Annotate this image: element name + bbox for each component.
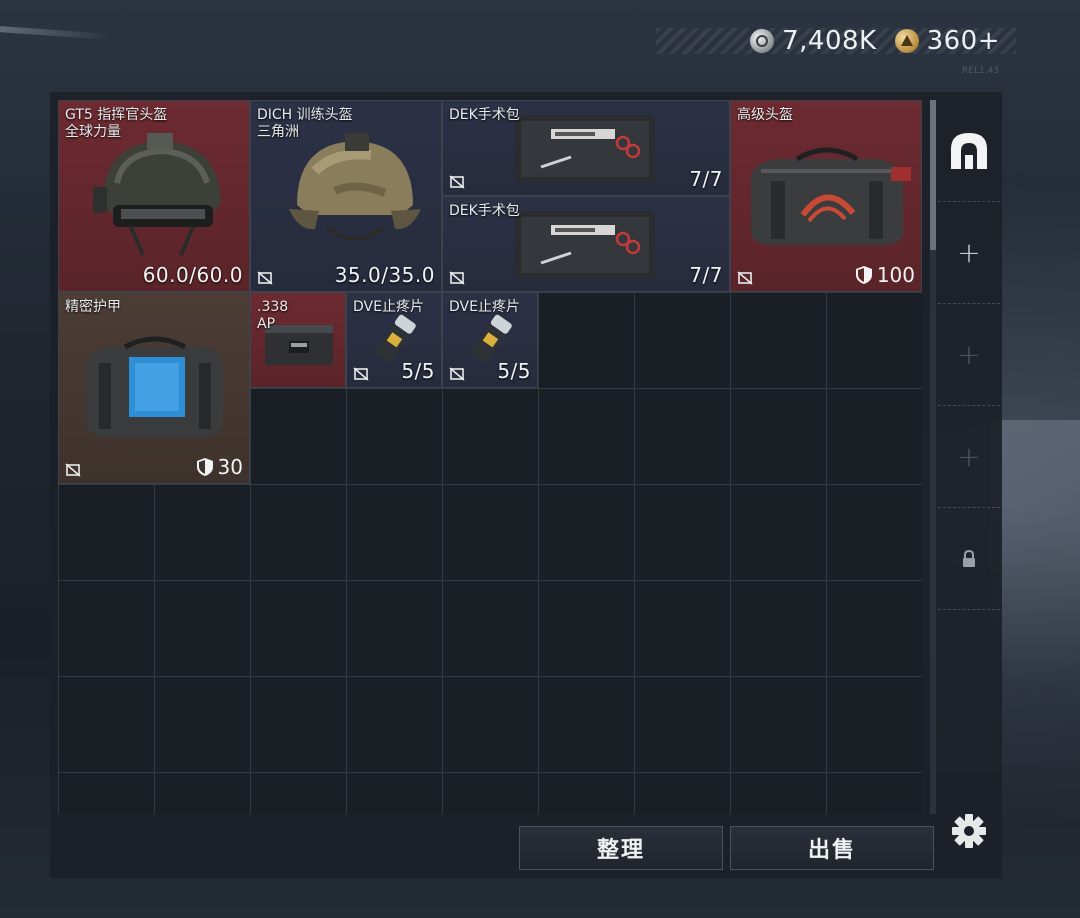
locked-slot-button[interactable]: [938, 508, 1000, 610]
sort-button[interactable]: 整理: [519, 826, 723, 870]
no-insurance-icon: [353, 367, 369, 381]
item-name: DVE止疼片: [449, 299, 520, 315]
inventory-item[interactable]: DVE止疼片 5/5: [346, 292, 442, 388]
shield-icon: [196, 458, 213, 476]
gold-currency-value: 360+: [926, 26, 1000, 56]
inventory-item[interactable]: DEK手术包 7/7: [442, 196, 730, 292]
lock-icon: [963, 549, 975, 567]
silver-currency-value: 7,408K: [782, 26, 877, 56]
currency-silver: 7,408K: [750, 26, 876, 56]
item-name: DICH 训练头盔 三角洲: [257, 107, 353, 140]
no-insurance-icon: [449, 175, 465, 189]
plus-icon: +: [957, 338, 981, 371]
item-uses: 7/7: [689, 263, 723, 287]
item-uses: 7/7: [689, 167, 723, 191]
inventory-item[interactable]: DICH 训练头盔 三角洲 35.0/35.0: [250, 100, 442, 292]
surgical-kit-icon: [511, 109, 661, 193]
inventory-grid: GT5 指挥官头盔 全球力量 60.0/60.0 DICH 训练头盔 三角洲 3…: [58, 100, 922, 814]
silver-coin-icon: [750, 29, 775, 53]
currency-bar: 7,408K 360+: [656, 26, 1016, 56]
gear-icon[interactable]: [950, 812, 988, 850]
shield-icon: [855, 266, 872, 284]
duffel-bag-icon: [741, 141, 913, 255]
surgical-kit-icon: [511, 205, 661, 289]
add-slot-button[interactable]: +: [938, 202, 1000, 304]
backpack-slot-icon: [951, 132, 987, 169]
item-name: .338 AP: [257, 299, 289, 332]
inventory-item[interactable]: .338 AP: [250, 292, 346, 388]
item-durability: 35.0/35.0: [334, 263, 435, 287]
no-insurance-icon: [737, 271, 753, 285]
item-name: DEK手术包: [449, 203, 520, 219]
item-name: 高级头盔: [737, 107, 793, 123]
no-insurance-icon: [449, 367, 465, 381]
helmet-icon: [275, 121, 425, 265]
armor-value: 30: [196, 455, 243, 479]
currency-gold[interactable]: 360+: [894, 26, 1000, 56]
item-name: DVE止疼片: [353, 299, 424, 315]
armor-level: 100: [876, 263, 915, 287]
no-insurance-icon: [449, 271, 465, 285]
no-insurance-icon: [257, 271, 273, 285]
armor-bag-icon: [79, 333, 231, 447]
armor-level: 30: [217, 455, 243, 479]
helmet-icon: [83, 123, 233, 267]
item-name: 精密护甲: [65, 299, 121, 315]
item-durability: 60.0/60.0: [142, 263, 243, 287]
plus-icon: +: [957, 440, 981, 473]
inventory-item[interactable]: 精密护甲 30: [58, 292, 250, 484]
inventory-item[interactable]: 高级头盔 100: [730, 100, 922, 292]
no-insurance-icon: [65, 463, 81, 477]
armor-value: 100: [855, 263, 915, 287]
item-uses: 5/5: [401, 359, 435, 383]
gold-coin-icon: [894, 29, 919, 53]
add-slot-button[interactable]: +: [938, 304, 1000, 406]
background-light-streak: [0, 26, 111, 40]
plus-icon: +: [957, 236, 981, 269]
sell-button[interactable]: 出售: [730, 826, 934, 870]
grid-scrollbar-thumb[interactable]: [930, 100, 936, 250]
inventory-item[interactable]: DEK手术包 7/7: [442, 100, 730, 196]
background-floor: [990, 420, 1080, 680]
item-name: DEK手术包: [449, 107, 520, 123]
backpack-slot-button[interactable]: [938, 100, 1000, 202]
item-uses: 5/5: [497, 359, 531, 383]
inventory-item[interactable]: DVE止疼片 5/5: [442, 292, 538, 388]
add-slot-button[interactable]: +: [938, 406, 1000, 508]
item-name: GT5 指挥官头盔 全球力量: [65, 107, 168, 140]
inventory-item[interactable]: GT5 指挥官头盔 全球力量 60.0/60.0: [58, 100, 250, 292]
version-text: REL1.43: [962, 66, 999, 76]
